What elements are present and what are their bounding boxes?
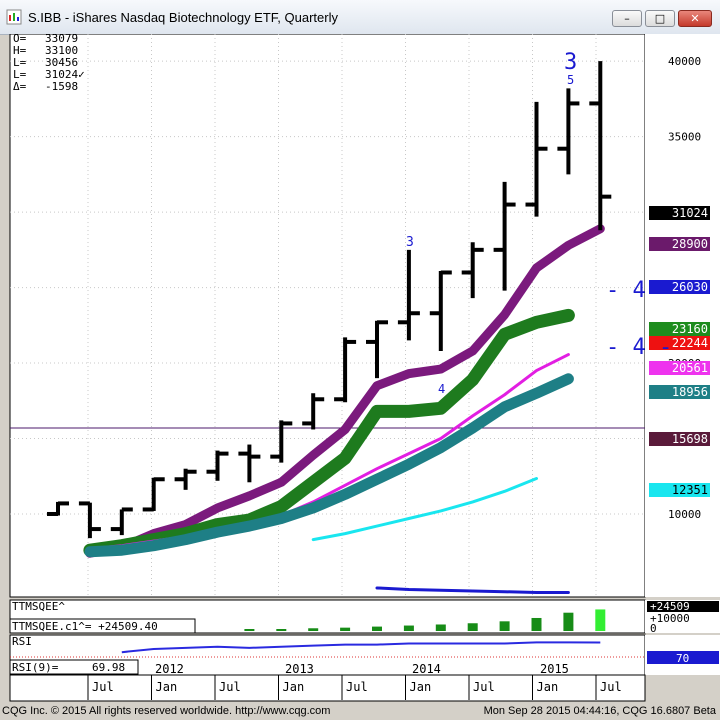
window-titlebar: S.IBB - iShares Nasdaq Biotechnology ETF… (0, 0, 720, 35)
minimize-button[interactable]: – (612, 10, 642, 27)
time-tick-label: Jan (410, 680, 432, 694)
timestamp-text: Mon Sep 28 2015 04:44:16, CQG 16.6807 Be… (483, 705, 716, 717)
time-tick-label: Jul (473, 680, 495, 694)
wave-label-minus-4-lower: - 4 - (606, 335, 672, 360)
squeeze-bar (276, 629, 287, 631)
time-tick-label: Jul (219, 680, 241, 694)
squeeze-readout: TTMSQEE.c1^= +24509.40 (12, 620, 158, 633)
wave-label-3-big: 3 (564, 50, 577, 75)
rsi-readout-value: 69.98 (92, 661, 125, 674)
maximize-button[interactable]: □ (645, 10, 675, 27)
price-tag-12351: 12351 (672, 483, 708, 497)
price-tick-label: 10000 (668, 508, 701, 521)
squeeze-bar (340, 627, 351, 631)
squeeze-bar (435, 624, 446, 631)
time-tick-label: Jan (283, 680, 305, 694)
year-label: 2013 (285, 662, 314, 676)
price-chart[interactable]: 10000150002000025000300003500040000 3102… (0, 34, 720, 702)
squeeze-bar (595, 609, 606, 631)
close-button[interactable]: ✕ (678, 10, 712, 27)
squeeze-bar (467, 623, 478, 631)
wave-label-4-small: 4 (438, 382, 445, 396)
rsi-tag: 70 (676, 652, 689, 665)
squeeze-bar (403, 625, 414, 631)
price-tick-label: 35000 (668, 131, 701, 144)
price-tag-26030: 26030 (672, 280, 708, 294)
rsi-title: RSI (12, 635, 32, 648)
price-tag-18956: 18956 (672, 385, 708, 399)
price-tick-label: 40000 (668, 55, 701, 68)
year-label: 2014 (412, 662, 441, 676)
rsi-readout-label: RSI(9)= (12, 661, 59, 674)
readout-value-change: -1598 (45, 80, 78, 93)
copyright-text: CQG Inc. © 2015 All rights reserved worl… (2, 705, 331, 717)
squeeze-zero-label: 0 (650, 622, 657, 635)
price-tag-22244: 22244 (672, 336, 708, 350)
squeeze-bar (244, 629, 255, 631)
time-tick-label: Jan (156, 680, 178, 694)
year-label: 2012 (155, 662, 184, 676)
chart-app-icon (6, 9, 22, 25)
price-tag-31024: 31024 (672, 206, 708, 220)
wave-label-3-small: 3 (406, 235, 414, 250)
year-label: 2015 (540, 662, 569, 676)
squeeze-bar (372, 626, 382, 631)
squeeze-bar (308, 628, 319, 631)
squeeze-bar (563, 612, 574, 631)
time-tick-label: Jul (600, 680, 622, 694)
status-footer: CQG Inc. © 2015 All rights reserved worl… (0, 702, 720, 720)
price-tag-20561: 20561 (672, 361, 708, 375)
price-tag-28900: 28900 (672, 237, 708, 251)
ohlc-readout: O= 33079 H= 33100 L= 30456 L= 31024✓ Δ= … (13, 34, 85, 93)
price-tag-15698: 15698 (672, 432, 708, 446)
wave-label-5: 5 (567, 73, 574, 87)
readout-label-change: Δ= (13, 80, 27, 93)
window-title: S.IBB - iShares Nasdaq Biotechnology ETF… (28, 10, 338, 25)
time-tick-label: Jan (537, 680, 559, 694)
wave-label-minus-4-upper: - 4 - (606, 278, 672, 303)
time-tick-label: Jul (92, 680, 114, 694)
time-tick-label: Jul (346, 680, 368, 694)
squeeze-title: TTMSQEE^ (12, 600, 65, 613)
squeeze-bar (531, 617, 542, 631)
price-tag-23160: 23160 (672, 322, 708, 336)
squeeze-bar (499, 621, 510, 631)
